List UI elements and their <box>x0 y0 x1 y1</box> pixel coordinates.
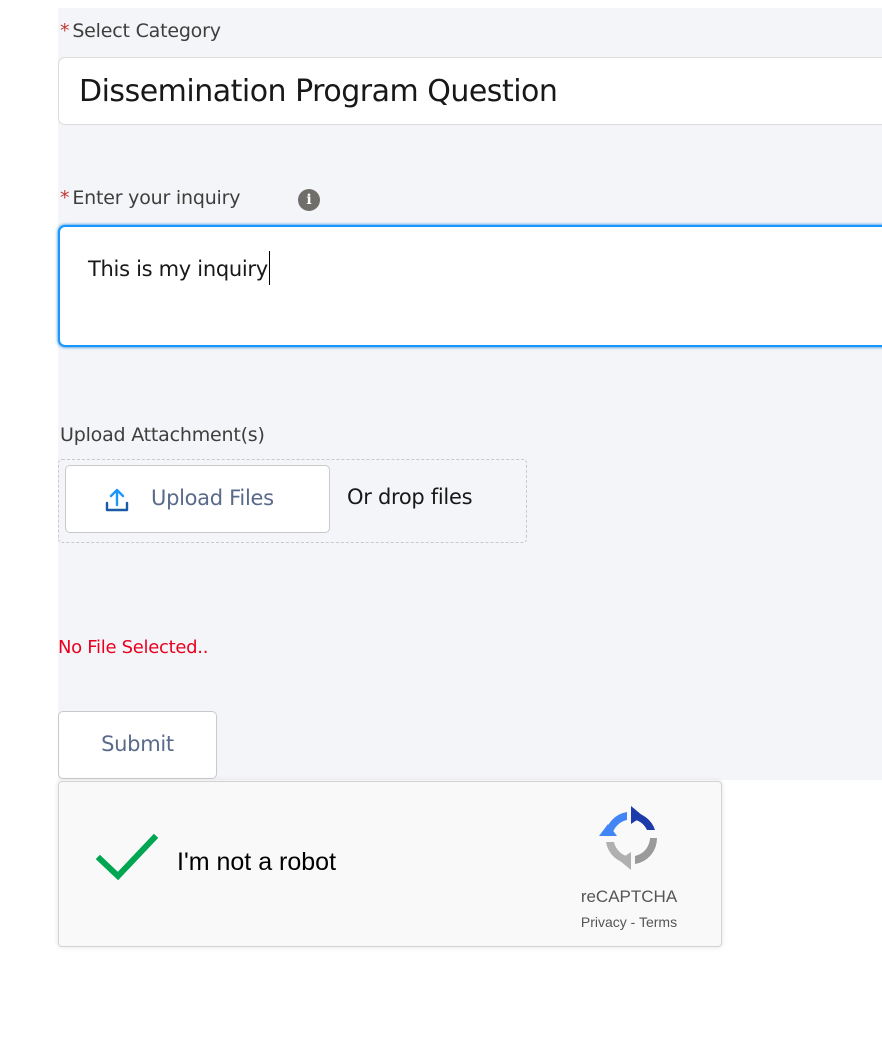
inquiry-textarea[interactable]: This is my inquiry <box>58 225 882 347</box>
checkmark-icon[interactable] <box>96 832 158 882</box>
info-icon[interactable]: i <box>298 189 320 211</box>
recaptcha-privacy-link[interactable]: Privacy <box>581 914 627 930</box>
recaptcha-widget: I'm not a robot reCAPTCHA Privacy - Term… <box>58 781 722 947</box>
category-select[interactable]: Dissemination Program Question <box>58 57 882 125</box>
recaptcha-label: I'm not a robot <box>177 848 337 876</box>
top-strip <box>0 0 882 8</box>
recaptcha-logo-icon <box>599 806 658 870</box>
link-separator: - <box>626 914 639 930</box>
submit-label: Submit <box>101 732 174 756</box>
attachments-label: Upload Attachment(s) <box>60 424 265 446</box>
recaptcha-terms-link[interactable]: Terms <box>639 914 677 930</box>
inquiry-text: This is my inquiry <box>88 257 268 281</box>
required-mark: * <box>60 187 70 209</box>
recaptcha-links: Privacy - Terms <box>559 914 699 930</box>
drop-files-text: Or drop files <box>347 485 473 509</box>
category-select-value: Dissemination Program Question <box>79 74 558 109</box>
category-label: * Select Category <box>60 20 221 42</box>
submit-button[interactable]: Submit <box>58 711 217 779</box>
inquiry-label: * Enter your inquiry <box>60 187 240 209</box>
required-mark: * <box>60 20 70 42</box>
category-label-text: Select Category <box>72 20 221 42</box>
upload-icon <box>105 488 129 512</box>
file-status-message: No File Selected.. <box>58 637 209 658</box>
upload-files-button[interactable]: Upload Files <box>65 465 330 533</box>
text-caret <box>268 251 271 285</box>
upload-files-label: Upload Files <box>151 486 274 510</box>
inquiry-label-text: Enter your inquiry <box>72 187 241 209</box>
recaptcha-brand: reCAPTCHA <box>580 887 678 906</box>
